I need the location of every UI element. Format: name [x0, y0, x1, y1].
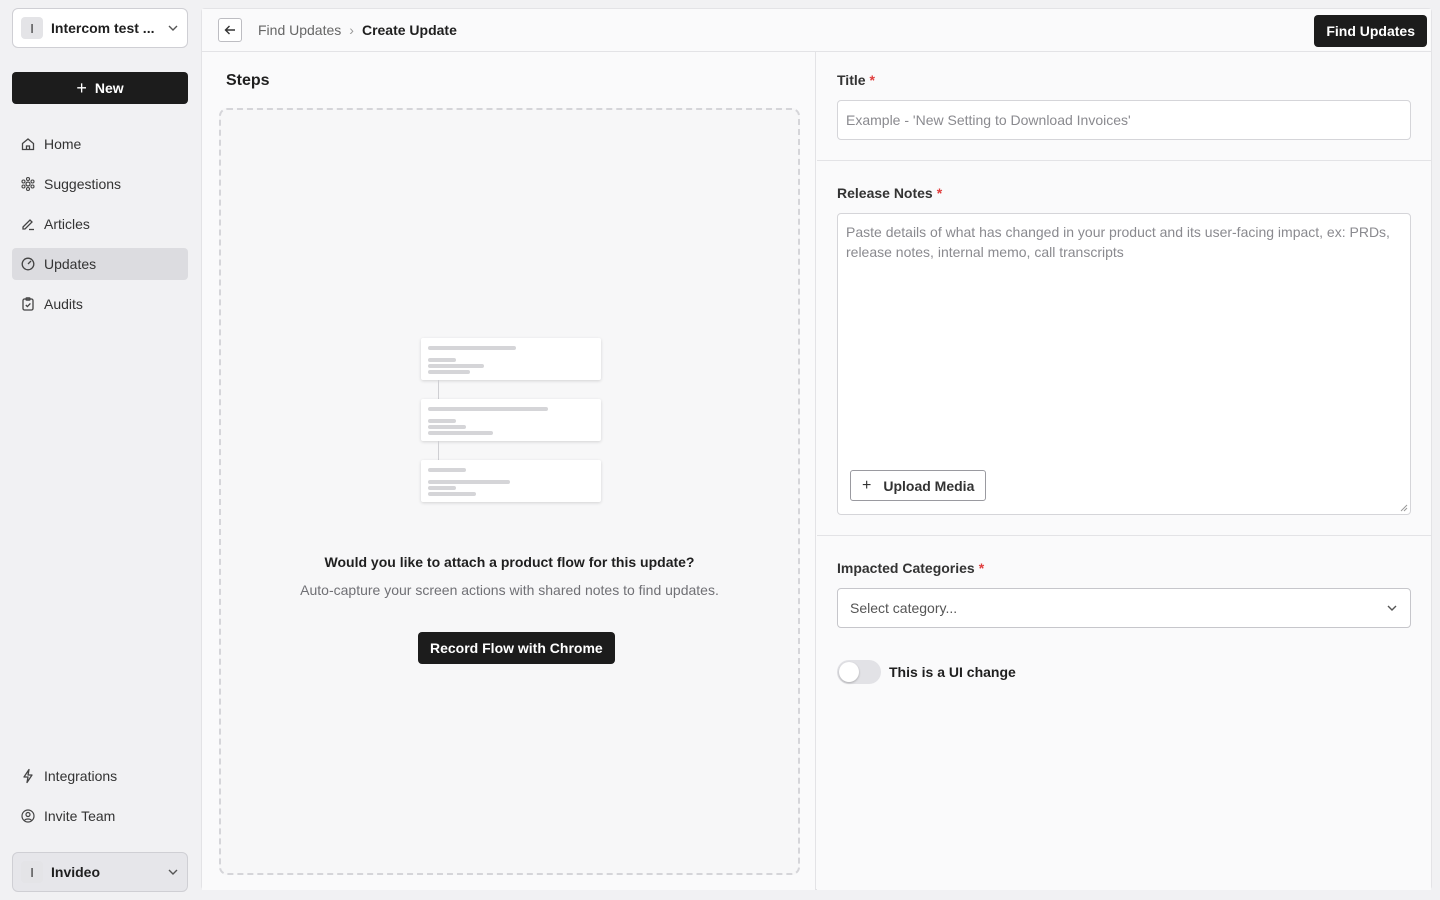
release-notes-field: + Upload Media	[837, 213, 1411, 515]
sidebar-item-label: Invite Team	[44, 808, 116, 824]
new-button[interactable]: + New	[12, 72, 188, 104]
toggle-knob	[839, 662, 859, 682]
resize-handle-icon[interactable]	[1400, 504, 1408, 512]
sidebar-item-home[interactable]: Home	[12, 128, 188, 160]
upload-media-button[interactable]: + Upload Media	[850, 470, 987, 501]
sparkle-icon	[21, 176, 35, 192]
update-form: Title* Release Notes* + Upload Media Imp…	[817, 52, 1431, 890]
sidebar-item-label: Updates	[44, 256, 97, 272]
title-label-text: Title	[837, 72, 866, 88]
attach-flow-subtitle: Auto-capture your screen actions with sh…	[300, 582, 719, 598]
title-label: Title *	[837, 72, 875, 88]
chevron-right-icon: ›	[349, 22, 354, 38]
illustration-card	[421, 338, 601, 380]
users-icon	[21, 809, 35, 823]
sidebar-item-label: Suggestions	[44, 176, 122, 192]
chevron-down-icon	[168, 869, 178, 875]
sidebar-item-label: Integrations	[44, 768, 118, 784]
release-notes-textarea[interactable]	[838, 214, 1410, 464]
upload-media-label: Upload Media	[883, 477, 975, 494]
required-mark: *	[978, 560, 985, 576]
required-mark: *	[869, 72, 875, 88]
main-panel: Find Updates › Create Update Find Update…	[201, 8, 1432, 890]
category-select-value: Select category...	[850, 600, 958, 616]
attach-flow-question: Would you like to attach a product flow …	[324, 554, 695, 570]
impacted-categories-label-text: Impacted Categories	[837, 560, 975, 576]
chevron-down-icon	[1387, 605, 1397, 611]
sidebar-item-articles[interactable]: Articles	[12, 208, 188, 240]
sidebar: I Intercom test ... + New Home Suggestio…	[0, 0, 200, 900]
release-notes-label-text: Release Notes	[837, 185, 933, 201]
sidebar-item-label: Home	[44, 136, 82, 152]
divider	[817, 160, 1431, 161]
sidebar-item-label: Articles	[44, 216, 90, 232]
sidebar-nav: Home Suggestions Articles Updates Audits	[12, 128, 188, 328]
new-button-label: New	[94, 80, 124, 96]
organization-avatar: I	[21, 861, 43, 883]
plus-icon: +	[76, 78, 87, 98]
release-notes-label: Release Notes *	[837, 185, 942, 201]
required-mark: *	[936, 185, 943, 201]
sidebar-item-label: Audits	[44, 296, 83, 312]
breadcrumb-current: Create Update	[361, 22, 457, 38]
workspace-avatar: I	[21, 17, 43, 39]
workspace-selector[interactable]: I Intercom test ...	[12, 8, 188, 48]
illustration-card	[421, 460, 601, 502]
find-updates-button[interactable]: Find Updates	[1314, 15, 1427, 47]
home-icon	[21, 138, 35, 151]
plus-icon: +	[862, 476, 872, 494]
sidebar-item-invite-team[interactable]: Invite Team	[12, 800, 188, 832]
category-select[interactable]: Select category...	[837, 588, 1411, 628]
ui-change-row: This is a UI change	[837, 660, 1016, 684]
workspace-name: Intercom test ...	[51, 20, 155, 36]
lightning-icon	[23, 768, 33, 784]
ui-change-toggle[interactable]	[837, 660, 881, 684]
flow-illustration	[421, 338, 601, 508]
chevron-down-icon	[168, 25, 178, 31]
sidebar-item-audits[interactable]: Audits	[12, 288, 188, 320]
steps-title: Steps	[226, 72, 270, 89]
record-flow-button[interactable]: Record Flow with Chrome	[418, 632, 615, 664]
impacted-categories-label: Impacted Categories *	[837, 560, 984, 576]
clipboard-check-icon	[22, 297, 34, 311]
organization-name: Invideo	[51, 864, 101, 880]
sidebar-item-integrations[interactable]: Integrations	[12, 760, 188, 792]
title-input[interactable]	[837, 100, 1411, 140]
divider	[817, 535, 1431, 536]
sidebar-item-suggestions[interactable]: Suggestions	[12, 168, 188, 200]
gauge-icon	[21, 257, 35, 271]
breadcrumb-find-updates[interactable]: Find Updates	[258, 22, 341, 38]
sidebar-bottom-nav: Integrations Invite Team	[12, 760, 188, 840]
illustration-card	[421, 399, 601, 441]
ui-change-label: This is a UI change	[889, 664, 1016, 680]
sidebar-item-updates[interactable]: Updates	[12, 248, 188, 280]
top-bar: Find Updates › Create Update Find Update…	[202, 9, 1431, 52]
steps-dropzone: Would you like to attach a product flow …	[219, 108, 800, 875]
back-button[interactable]	[218, 18, 242, 42]
organization-selector[interactable]: I Invideo	[12, 852, 188, 892]
steps-pane: Steps Would you like to attach a product…	[202, 52, 816, 890]
arrow-left-icon	[224, 25, 235, 35]
pen-icon	[22, 219, 34, 231]
